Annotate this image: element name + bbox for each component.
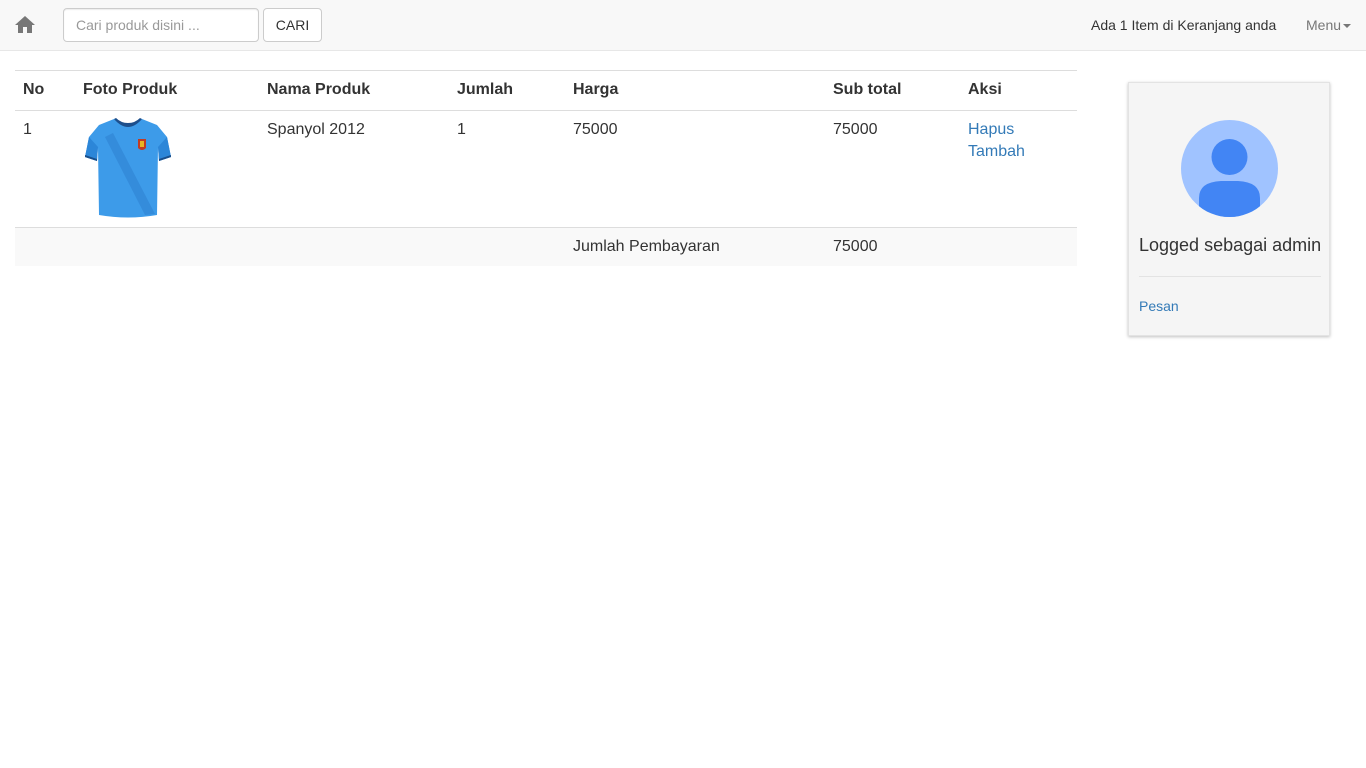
cell-subtotal: 75000 [833,121,878,138]
tambah-link[interactable]: Tambah [968,141,1069,163]
total-empty-cell [15,227,75,266]
search-button[interactable]: CARI [263,8,322,42]
header-foto: Foto Produk [75,70,259,111]
cell-aksi: Hapus Tambah [960,111,1077,228]
total-empty-cell [75,227,259,266]
total-row: Jumlah Pembayaran 75000 [15,227,1077,266]
user-panel: Logged sebagai admin Pesan [1128,82,1330,336]
cell-foto [75,111,259,228]
header-harga: Harga [565,70,825,111]
jersey-shirt-image [85,118,171,218]
pesan-link[interactable]: Pesan [1139,297,1179,315]
header-nama: Nama Produk [259,70,449,111]
total-empty-cell [259,227,449,266]
total-label: Jumlah Pembayaran [565,227,825,266]
total-value: 75000 [825,227,960,266]
search-input[interactable] [63,8,259,42]
cell-no: 1 [23,121,32,138]
header-subtotal: Sub total [825,70,960,111]
table-header-row: No Foto Produk Nama Produk Jumlah Harga … [15,70,1077,111]
home-icon[interactable] [13,13,37,37]
total-empty-cell [960,227,1077,266]
cell-jumlah: 1 [457,121,466,138]
cell-harga: 75000 [573,121,618,138]
header-aksi: Aksi [960,70,1077,111]
cart-table: No Foto Produk Nama Produk Jumlah Harga … [15,70,1077,266]
panel-divider [1139,276,1321,277]
menu-dropdown-toggle[interactable]: Menu [1306,16,1352,34]
header-no: No [15,70,75,111]
cart-info[interactable]: Ada 1 Item di Keranjang anda [1091,16,1276,34]
total-empty-cell [449,227,565,266]
hapus-link[interactable]: Hapus [968,119,1069,141]
navbar: CARI Ada 1 Item di Keranjang anda Menu [0,0,1366,51]
cell-nama: Spanyol 2012 [267,121,365,138]
menu-label: Menu [1306,17,1342,33]
logged-in-text: Logged sebagai admin [1139,235,1322,255]
user-avatar-icon [1181,120,1278,217]
caret-down-icon [1343,24,1352,29]
header-jumlah: Jumlah [449,70,565,111]
table-row: 1 Spanyol 2012 1 75000 75000 Hapus Tamba… [15,111,1077,228]
